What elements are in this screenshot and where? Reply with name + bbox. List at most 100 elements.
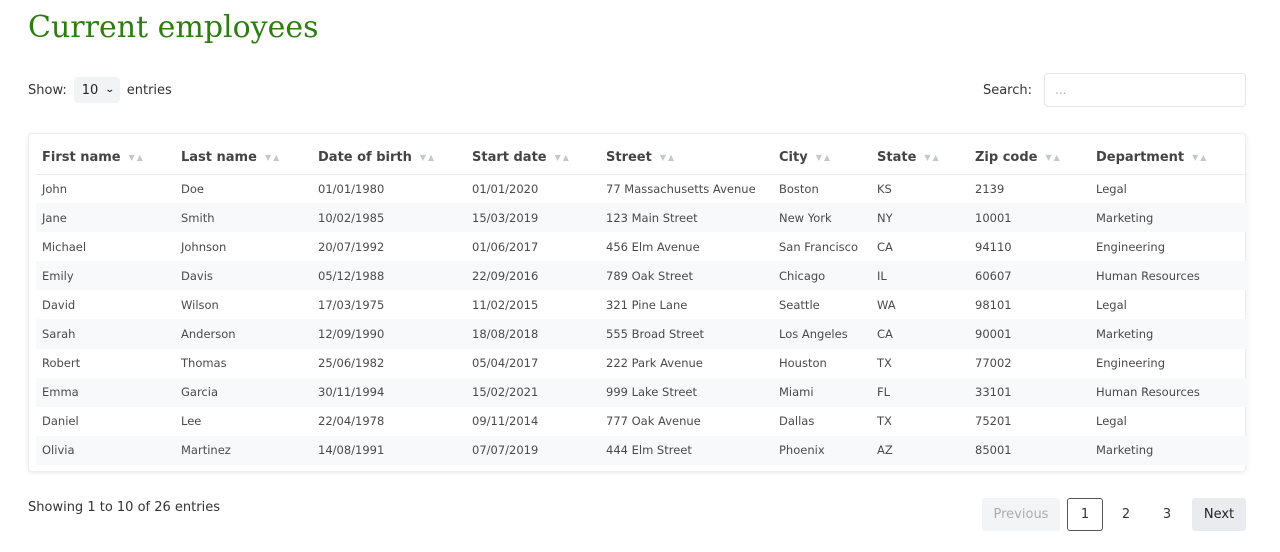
table-cell: Garcia: [175, 377, 312, 407]
search-control: Search:: [983, 73, 1246, 107]
next-page-button[interactable]: Next: [1192, 498, 1246, 531]
sort-icon[interactable]: ▼▲: [265, 153, 281, 162]
table-cell: 75201: [975, 414, 1012, 429]
table-cell: Davis: [175, 261, 312, 291]
table-cell: 123 Main Street: [600, 203, 773, 233]
table-cell: 22/09/2016: [466, 261, 600, 291]
sort-icon[interactable]: ▼▲: [1192, 153, 1208, 162]
column-header-label: First name: [42, 150, 121, 166]
column-header-label: Street: [606, 150, 652, 166]
table-row: Emily Davis 05/12/1988 22/09/2016 789 Oak St…: [36, 261, 1247, 291]
entries-per-page-select[interactable]: 10 ⌄: [73, 77, 120, 103]
table-cell: Anderson: [175, 319, 312, 349]
table-row: David Wilson 17/03/1975 11/02/2015 321 Pine …: [36, 290, 1247, 319]
table-cell: 07/07/2019: [466, 435, 600, 465]
table-cell: 01/01/1980: [318, 181, 385, 196]
table-cell: Lee: [181, 414, 202, 429]
table-cell: 60607: [969, 261, 1090, 291]
table-cell: 33101: [969, 377, 1090, 407]
sort-icon[interactable]: ▼▲: [420, 153, 436, 162]
column-header-street[interactable]: Street ▼▲: [600, 142, 773, 175]
column-header-label: State: [877, 150, 917, 166]
column-header-state[interactable]: State ▼▲: [871, 142, 969, 175]
sort-icon[interactable]: ▼▲: [555, 153, 571, 162]
table-cell: Wilson: [181, 297, 219, 312]
table-cell: Martinez: [175, 435, 312, 465]
table-cell: 11/02/2015: [472, 297, 539, 312]
page-button-2[interactable]: 2: [1108, 498, 1144, 531]
table-cell: 15/03/2019: [466, 203, 600, 233]
column-header-city[interactable]: City ▼▲: [773, 142, 871, 175]
sort-icon[interactable]: ▼▲: [660, 153, 676, 162]
table-row: Robert Thomas 25/06/1982 05/04/2017 222 Park…: [36, 349, 1247, 378]
table-cell: Olivia: [36, 435, 175, 465]
column-header-label: City: [779, 150, 808, 166]
column-header-last-name[interactable]: Last name ▼▲: [175, 142, 312, 175]
column-header-label: Department: [1096, 150, 1185, 166]
table-cell: TX: [877, 356, 892, 371]
table-cell: John: [42, 181, 68, 196]
table-cell: Jane: [36, 203, 175, 233]
previous-page-button[interactable]: Previous: [982, 498, 1060, 531]
table-cell: 12/09/1990: [312, 319, 466, 349]
table-cell: 456 Elm Avenue: [606, 239, 700, 254]
table-cell: AZ: [871, 435, 969, 465]
table-cell: Thomas: [181, 356, 227, 371]
column-header-department[interactable]: Department ▼▲: [1090, 142, 1247, 175]
page-button-1[interactable]: 1: [1067, 498, 1103, 531]
search-input[interactable]: [1044, 73, 1246, 107]
table-row: John Doe 01/01/1980 01/01/2020 77 Massachuse…: [36, 174, 1247, 203]
table-cell: 444 Elm Street: [600, 435, 773, 465]
table-cell: Boston: [779, 181, 819, 196]
table-cell: Legal: [1096, 414, 1127, 429]
table-cell: Miami: [773, 377, 871, 407]
table-cell: NY: [871, 203, 969, 233]
column-header-date-of-birth[interactable]: Date of birth ▼▲: [312, 142, 466, 175]
table-cell: 98101: [975, 297, 1012, 312]
table-body: John Doe 01/01/1980 01/01/2020 77 Massachuse…: [36, 174, 1247, 465]
table-cell: 05/12/1988: [312, 261, 466, 291]
sort-icon[interactable]: ▼▲: [1045, 153, 1061, 162]
table-cell: Chicago: [773, 261, 871, 291]
table-cell: 90001: [969, 319, 1090, 349]
table-row: Sarah Anderson 12/09/1990 18/08/2018 555 Bro…: [36, 319, 1247, 349]
sort-icon[interactable]: ▼▲: [129, 153, 145, 162]
column-header-label: Last name: [181, 150, 257, 166]
table-cell: WA: [877, 297, 896, 312]
table-cell: 18/08/2018: [466, 319, 600, 349]
table-cell: 25/06/1982: [318, 356, 385, 371]
chevron-down-icon: ⌄: [105, 85, 115, 95]
table-row: Daniel Lee 22/04/1978 09/11/2014 777 Oak Ave…: [36, 407, 1247, 436]
page-button-3[interactable]: 3: [1149, 498, 1185, 531]
table-cell: Robert: [42, 356, 81, 371]
employees-table: First name ▼▲ Last name ▼▲ Date of birth ▼▲ St…: [36, 142, 1247, 465]
table-cell: 01/01/2020: [472, 181, 539, 196]
column-header-start-date[interactable]: Start date ▼▲: [466, 142, 600, 175]
column-header-zip-code[interactable]: Zip code ▼▲: [969, 142, 1090, 175]
table-cell: Emily: [36, 261, 175, 291]
table-cell: Dallas: [779, 414, 815, 429]
table-cell: Legal: [1096, 181, 1127, 196]
table-cell: 77002: [975, 356, 1012, 371]
table-cell: Phoenix: [773, 435, 871, 465]
entries-label: entries: [126, 82, 172, 98]
table-cell: CA: [877, 239, 893, 254]
table-row: Emma Garcia 30/11/1994 15/02/2021 999 Lake S…: [36, 377, 1247, 407]
table-cell: Michael: [42, 239, 87, 254]
table-cell: 05/04/2017: [472, 356, 539, 371]
table-row: Olivia Martinez 14/08/1991 07/07/2019 444 El…: [36, 435, 1247, 465]
table-cell: Los Angeles: [773, 319, 871, 349]
table-cell: Johnson: [181, 239, 227, 254]
column-header-first-name[interactable]: First name ▼▲: [36, 142, 175, 175]
table-cell: FL: [871, 377, 969, 407]
table-cell: 15/02/2021: [466, 377, 600, 407]
table-cell: KS: [877, 181, 892, 196]
table-cell: 30/11/1994: [312, 377, 466, 407]
table-cell: Sarah: [36, 319, 175, 349]
sort-icon[interactable]: ▼▲: [924, 153, 940, 162]
table-cell: 10/02/1985: [312, 203, 466, 233]
table-cell: 14/08/1991: [312, 435, 466, 465]
table-cell: 85001: [969, 435, 1090, 465]
entries-per-page-value: 10: [81, 82, 99, 98]
sort-icon[interactable]: ▼▲: [816, 153, 832, 162]
